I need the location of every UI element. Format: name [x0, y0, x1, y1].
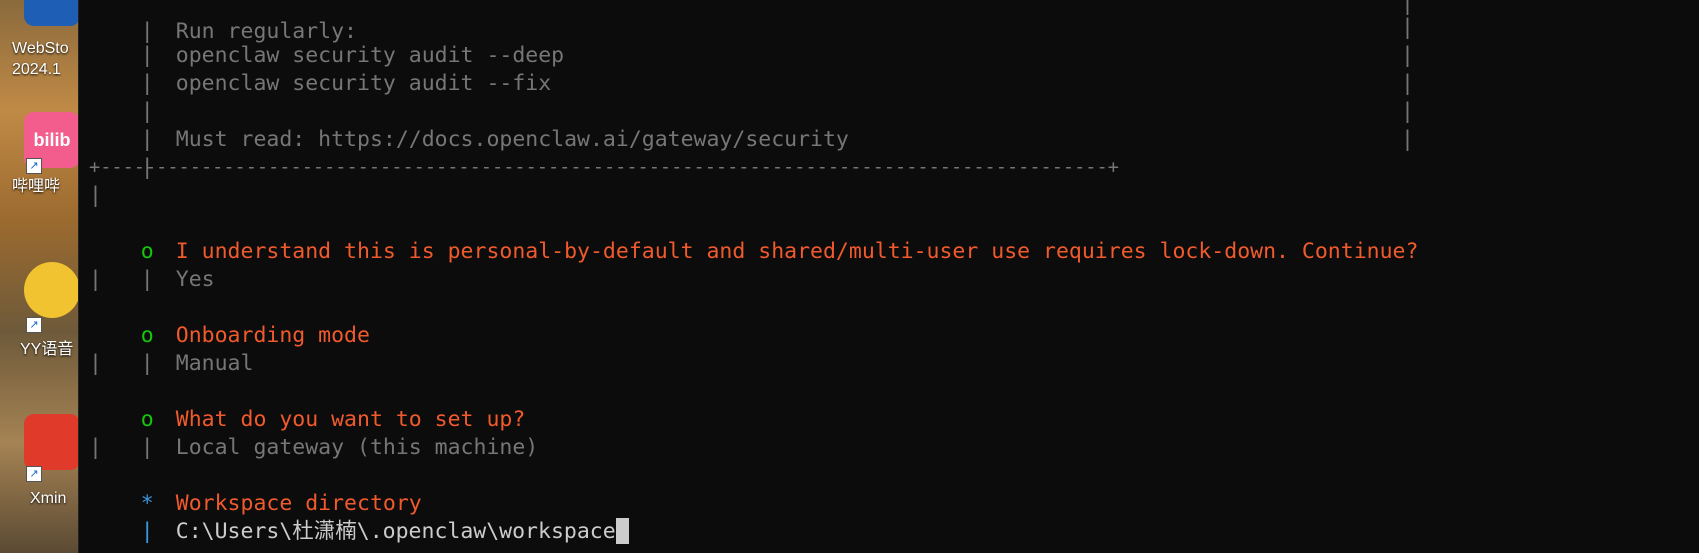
box-line: | |: [140, 127, 1414, 180]
connector-line: |: [89, 183, 102, 208]
desktop-background: ↗ WebSto 2024.1 bilib ↗ 哔哩哔 ↗ YY语音 ↗ Xmi…: [0, 0, 78, 553]
box-line: | openclaw security audit --fix |: [140, 43, 1414, 96]
terminal-window[interactable]: | Run regularly: | | openclaw security aud…: [78, 0, 1699, 553]
desktop-icon-xmind[interactable]: ↗ Xmin: [0, 414, 78, 534]
step-answer: | Yes: [140, 267, 215, 292]
prompt-end-marker: —: [89, 516, 176, 553]
box-bottom-border: +---------------------------------------…: [89, 157, 1119, 178]
desktop-icon-label: WebSto 2024.1: [12, 40, 69, 78]
text-cursor: [615, 518, 629, 544]
box-line: | Must read: https://docs.openclaw.ai/gat…: [140, 99, 1414, 152]
webstorm-icon: [24, 0, 78, 26]
active-step-question: * Workspace directory: [140, 491, 422, 516]
shortcut-arrow-icon: ↗: [26, 466, 42, 482]
connector-line: |: [89, 435, 102, 460]
shortcut-arrow-icon: ↗: [26, 158, 42, 174]
shortcut-arrow-icon: ↗: [26, 317, 42, 333]
desktop-icon-label: 哔哩哔: [12, 178, 61, 195]
box-line: | openclaw security audit --deep |: [140, 15, 1414, 68]
connector-line: |: [89, 351, 102, 376]
xmind-icon: [24, 414, 78, 470]
desktop-icon-yy[interactable]: ↗ YY语音: [0, 262, 78, 382]
security-doc-link: Must read: https://docs.openclaw.ai/gate…: [175, 127, 849, 152]
desktop-icon-webstorm[interactable]: ↗ WebSto 2024.1: [0, 0, 78, 90]
yy-raccoon-icon: [24, 262, 78, 318]
box-line: | |: [140, 71, 1414, 124]
step-question: o Onboarding mode: [140, 323, 370, 348]
step-answer: | Local gateway (this machine): [140, 435, 539, 460]
connector-line: |: [89, 267, 102, 292]
step-answer: | Manual: [140, 351, 254, 376]
workspace-directory-input[interactable]: | C:\Users\杜潇楠\.openclaw\workspace: [89, 490, 629, 544]
desktop-icon-label: Xmin: [30, 490, 67, 507]
desktop-icon-bilibili[interactable]: bilib ↗ 哔哩哔: [0, 112, 78, 232]
step-question: oI understand this is personal-by-defaul…: [140, 239, 1419, 264]
step-question: o What do you want to set up?: [140, 407, 526, 432]
workspace-directory-value: C:\Users\杜潇楠\.openclaw\workspace: [175, 519, 616, 544]
desktop-icon-label: YY语音: [20, 341, 74, 358]
